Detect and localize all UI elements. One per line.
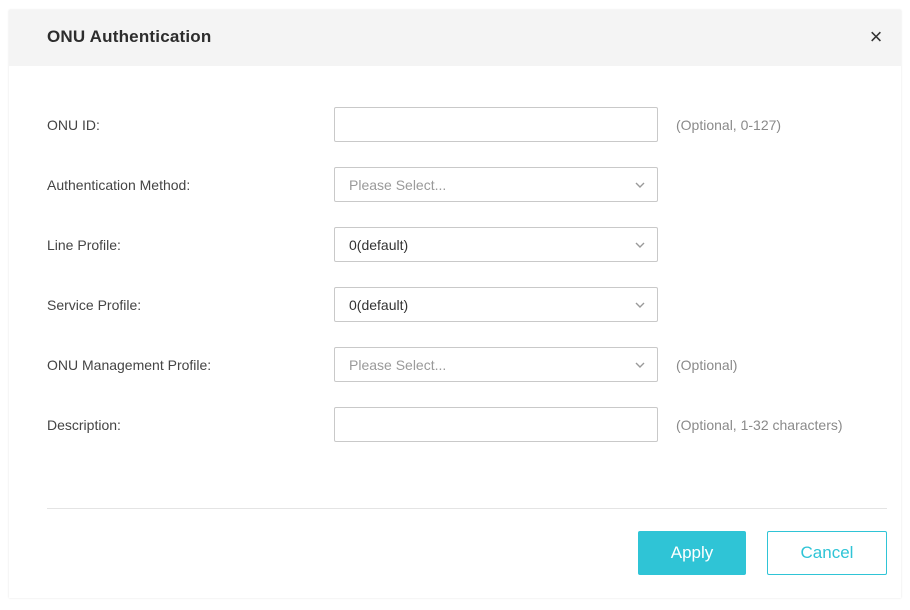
description-label: Description: (47, 417, 121, 433)
onu-management-profile-label: ONU Management Profile: (47, 357, 212, 373)
line-profile-value: 0(default) (349, 237, 409, 253)
dialog-title: ONU Authentication (47, 27, 212, 46)
service-profile-select[interactable]: 0(default) (334, 287, 658, 322)
onu-id-hint: (Optional, 0-127) (676, 117, 782, 133)
footer-divider (47, 508, 887, 509)
authentication-method-value: Please Select... (349, 177, 447, 193)
cancel-button[interactable]: Cancel (767, 531, 887, 575)
chevron-down-icon (635, 362, 645, 368)
chevron-down-icon (635, 182, 645, 188)
form-row-onu-management-profile: ONU Management Profile: Please Select...… (9, 347, 901, 387)
description-hint: (Optional, 1-32 characters) (676, 417, 843, 433)
line-profile-select[interactable]: 0(default) (334, 227, 658, 262)
description-input[interactable] (335, 408, 657, 441)
onu-id-input[interactable] (335, 108, 657, 141)
description-field-box (334, 407, 658, 442)
onu-management-profile-hint: (Optional) (676, 357, 738, 373)
onu-authentication-dialog: ONU Authentication × ONU ID: (Optional, … (9, 10, 901, 598)
authentication-method-select[interactable]: Please Select... (334, 167, 658, 202)
apply-button[interactable]: Apply (638, 531, 746, 575)
form-row-onu-id: ONU ID: (Optional, 0-127) (9, 107, 901, 147)
dialog-header: ONU Authentication × (9, 10, 901, 66)
form-row-authentication-method: Authentication Method: Please Select... (9, 167, 901, 207)
form-row-line-profile: Line Profile: 0(default) (9, 227, 901, 267)
close-icon[interactable]: × (863, 24, 889, 50)
authentication-method-label: Authentication Method: (47, 177, 191, 193)
onu-management-profile-select[interactable]: Please Select... (334, 347, 658, 382)
service-profile-value: 0(default) (349, 297, 409, 313)
onu-id-field-box (334, 107, 658, 142)
form-row-service-profile: Service Profile: 0(default) (9, 287, 901, 327)
onu-id-label: ONU ID: (47, 117, 100, 133)
chevron-down-icon (635, 242, 645, 248)
form-row-description: Description: (Optional, 1-32 characters) (9, 407, 901, 447)
chevron-down-icon (635, 302, 645, 308)
line-profile-label: Line Profile: (47, 237, 121, 253)
service-profile-label: Service Profile: (47, 297, 142, 313)
onu-management-profile-value: Please Select... (349, 357, 447, 373)
